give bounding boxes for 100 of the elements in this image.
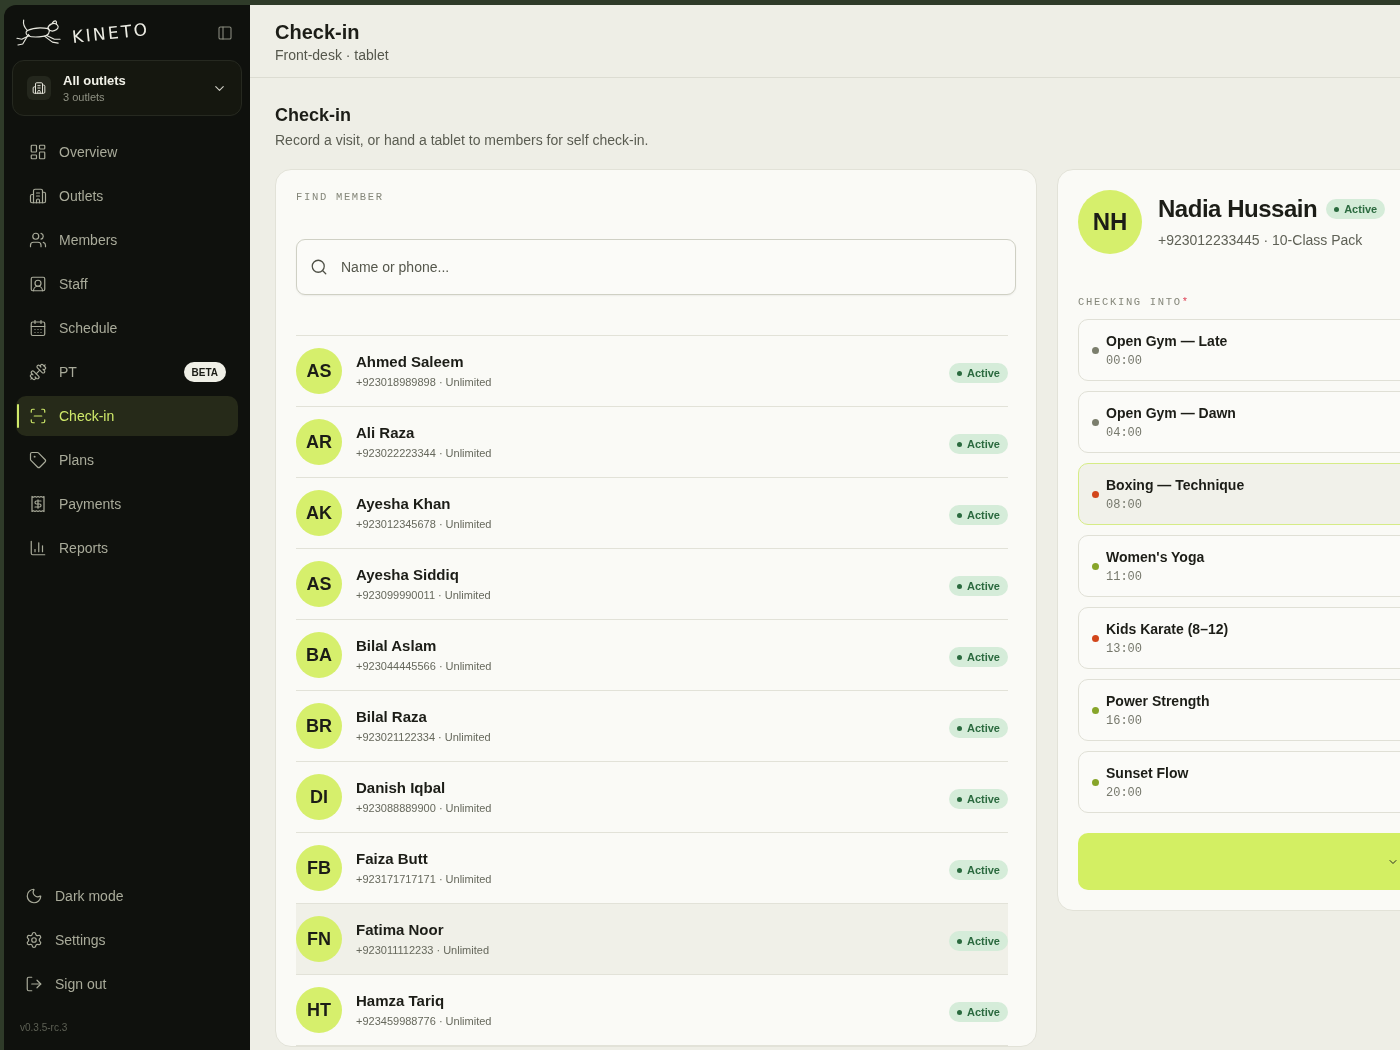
member-name: Bilal Aslam (356, 636, 438, 656)
nav-item[interactable]: Overview (16, 132, 238, 172)
status-text: Active (966, 579, 1000, 594)
active-marker-icon (17, 404, 19, 428)
member-row[interactable]: AK Ayesha Khan +923012345678 · Unlimited Active (296, 478, 1008, 549)
scan-icon (29, 407, 47, 425)
class-time: 13:00 (1106, 640, 1143, 657)
member-row[interactable]: FN Fatima Noor +923011112233 · Unlimited Active (296, 904, 1008, 975)
nav-item[interactable]: Check-in (16, 396, 238, 436)
class-option[interactable]: Sunset Flow 20:00 (1078, 751, 1400, 813)
nav-item[interactable]: Outlets (16, 176, 238, 216)
member-name: Ahmed Saleem (356, 352, 465, 372)
status-text: Active (1344, 202, 1378, 216)
member-detail: +923171717171 · Unlimited (356, 872, 492, 887)
tag-icon (29, 451, 47, 469)
initials-avatar: HT (296, 987, 342, 1033)
class-time: 00:00 (1106, 352, 1143, 369)
nav-item[interactable]: Plans (16, 440, 238, 480)
nav-item[interactable]: Members (16, 220, 238, 260)
header-subtitle: Front-desk · tablet (275, 46, 390, 65)
member-detail: +923088889900 · Unlimited (356, 801, 492, 816)
member-detail: +923044445566 · Unlimited (356, 659, 492, 674)
initials-avatar: AR (296, 419, 342, 465)
class-time: 16:00 (1106, 712, 1143, 729)
member-row[interactable]: DI Danish Iqbal +923088889900 · Unlimited Active (296, 762, 1008, 833)
member-name: Hamza Tariq (356, 991, 446, 1011)
class-name: Boxing — Technique (1106, 475, 1245, 494)
moon-icon (25, 887, 43, 905)
nav-item[interactable]: PT BETA (16, 352, 238, 392)
status-text: Active (966, 934, 1000, 949)
section-label: CHECKING INTO* (1078, 295, 1191, 309)
member-name: Danish Iqbal (356, 778, 447, 798)
status-text: Active (966, 366, 1000, 381)
member-row[interactable]: BA Bilal Aslam +923044445566 · Unlimited Active (296, 620, 1008, 691)
sidebar-toggle-icon[interactable] (217, 24, 233, 41)
class-option[interactable]: Open Gym — Late 00:00 (1078, 319, 1400, 381)
dashboard-icon (29, 143, 47, 161)
member-detail: +923018989898 · Unlimited (356, 375, 492, 390)
initials-avatar: FN (296, 916, 342, 962)
outlet-subtitle: 3 outlets (63, 89, 106, 105)
dumbbell-icon (29, 363, 47, 381)
status-text: Active (966, 508, 1000, 523)
member-row[interactable]: AS Ahmed Saleem +923018989898 · Unlimited Active (296, 336, 1008, 407)
person-card-icon (29, 275, 47, 293)
member-detail: +923021122334 · Unlimited (356, 730, 491, 745)
member-name: Ayesha Siddiq (356, 565, 460, 585)
class-option[interactable]: Women's Yoga 11:00 (1078, 535, 1400, 597)
member-row[interactable]: HT Hamza Tariq +923459988776 · Unlimited Active (296, 975, 1008, 1046)
users-icon (29, 231, 47, 249)
status-text: Active (966, 792, 1000, 807)
class-name: Sunset Flow (1106, 763, 1189, 782)
sidebar-footer-item[interactable]: Dark mode (12, 876, 242, 916)
outlet-selector[interactable]: All outlets 3 outlets (12, 60, 242, 116)
nav-item[interactable]: Schedule (16, 308, 238, 348)
member-name: Ali Raza (356, 423, 416, 443)
member-name: Nadia Hussain (1158, 194, 1318, 224)
initials-avatar: NH (1078, 190, 1142, 254)
class-option[interactable]: Power Strength 16:00 (1078, 679, 1400, 741)
class-option[interactable]: Kids Karate (8–12) 13:00 (1078, 607, 1400, 669)
status-text: Active (966, 1005, 1000, 1020)
status-text: Active (966, 721, 1000, 736)
member-detail: +923012233445 · 10-Class Pack (1158, 231, 1364, 249)
member-name: Ayesha Khan (356, 494, 452, 514)
member-name: Fatima Noor (356, 920, 445, 940)
page-description: Record a visit, or hand a tablet to members for self check-in. (275, 131, 650, 150)
class-name: Open Gym — Dawn (1106, 403, 1236, 422)
member-detail: +923022223344 · Unlimited (356, 446, 492, 461)
initials-avatar: AK (296, 490, 342, 536)
sidebar-footer-item[interactable]: Sign out (12, 964, 242, 1004)
class-time: 11:00 (1106, 568, 1143, 585)
initials-avatar: BA (296, 632, 342, 678)
class-time: 08:00 (1106, 496, 1143, 513)
class-option[interactable]: Boxing — Technique 08:00 (1078, 463, 1400, 525)
initials-avatar: DI (296, 774, 342, 820)
class-option[interactable]: Open Gym — Dawn 04:00 (1078, 391, 1400, 453)
member-detail: +923012345678 · Unlimited (356, 517, 492, 532)
brand-wordmark: KINETO (70, 17, 151, 49)
building-icon (27, 76, 51, 100)
nav-item[interactable]: Reports (16, 528, 238, 568)
header-title: Check-in (275, 20, 361, 45)
building-icon (29, 187, 47, 205)
outlet-title: All outlets (63, 71, 126, 89)
class-name: Kids Karate (8–12) (1106, 619, 1229, 638)
nav-item[interactable]: Staff (16, 264, 238, 304)
settings-icon (25, 931, 43, 949)
member-row[interactable]: BR Bilal Raza +923021122334 · Unlimited Active (296, 691, 1008, 762)
initials-avatar: AS (296, 348, 342, 394)
running-animal-icon (16, 17, 62, 48)
member-name: Faiza Butt (356, 849, 429, 869)
calendar-icon (29, 319, 47, 337)
page-title: Check-in (275, 104, 353, 127)
status-text: Active (966, 650, 1000, 665)
nav-item[interactable]: Payments (16, 484, 238, 524)
search-field[interactable]: Name or phone... (296, 239, 1016, 295)
sidebar-footer-item[interactable]: Settings (12, 920, 242, 960)
initials-avatar: BR (296, 703, 342, 749)
member-row[interactable]: AR Ali Raza +923022223344 · Unlimited Active (296, 407, 1008, 478)
member-row[interactable]: AS Ayesha Siddiq +923099990011 · Unlimited Active (296, 549, 1008, 620)
initials-avatar: FB (296, 845, 342, 891)
beta-badge: BETA (183, 362, 226, 382)
